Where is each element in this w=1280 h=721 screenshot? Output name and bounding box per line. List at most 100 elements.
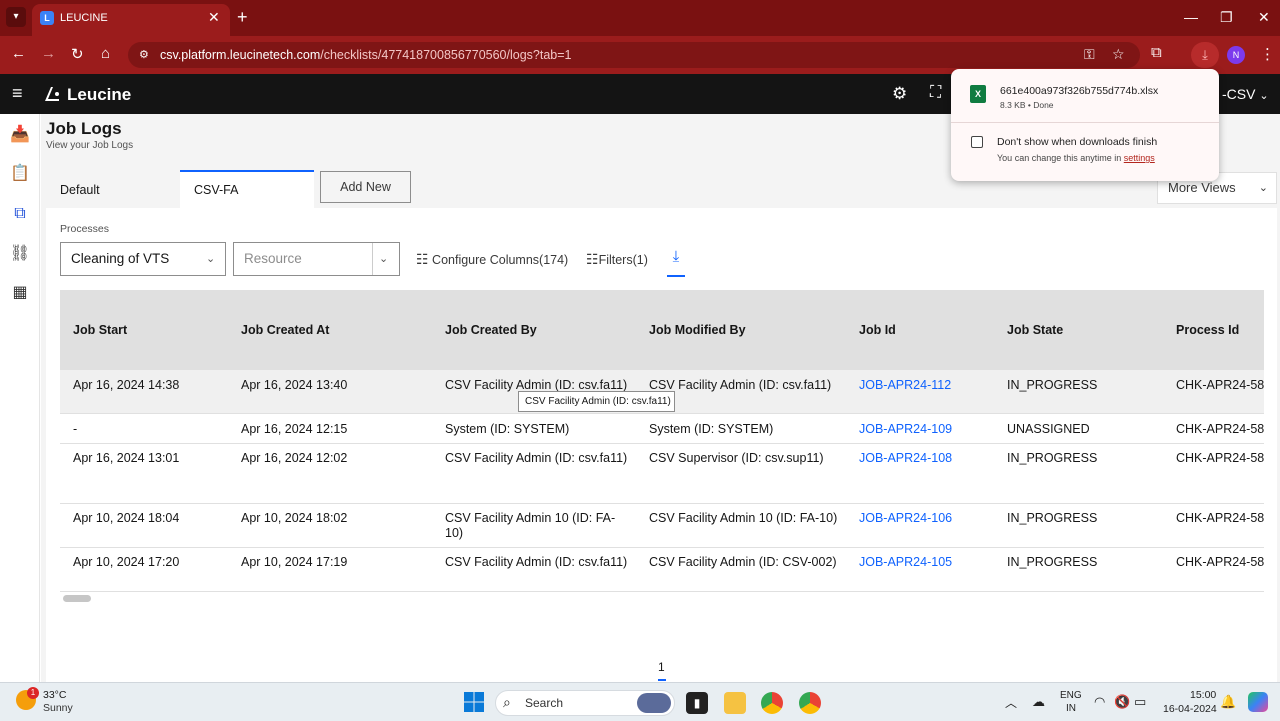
search-icon: ⌕ — [503, 694, 511, 710]
notification-bell-icon[interactable]: 🔔 — [1220, 694, 1236, 710]
settings-link[interactable]: settings — [1124, 153, 1155, 163]
column-header[interactable]: Job Start — [73, 323, 127, 337]
leucine-favicon-icon: L — [40, 11, 54, 25]
column-header[interactable]: Job Created By — [445, 323, 537, 337]
url-text[interactable]: csv.platform.leucinetech.com/checklists/… — [160, 48, 572, 62]
resource-placeholder: Resource — [244, 251, 302, 266]
weather-temperature[interactable]: 33°C — [43, 689, 66, 701]
sidebar — [0, 114, 40, 682]
pagination-page[interactable]: 1 — [658, 660, 665, 674]
facility-selector[interactable]: -CSV ⌄ — [1222, 86, 1269, 102]
scan-icon[interactable]: ⛶ — [930, 84, 941, 102]
job-id-link[interactable]: JOB-APR24-105 — [859, 555, 952, 570]
battery-icon[interactable]: ▭ — [1134, 694, 1146, 710]
table-cell: Apr 16, 2024 13:01 — [73, 451, 180, 465]
process-select[interactable]: Cleaning of VTS ⌄ — [60, 242, 226, 276]
dont-show-checkbox[interactable] — [971, 136, 983, 148]
horizontal-scrollbar[interactable] — [63, 595, 91, 602]
back-icon[interactable]: ← — [11, 45, 26, 62]
configure-columns-button[interactable]: ☷ Configure Columns(174) — [416, 251, 568, 268]
job-id-link[interactable]: JOB-APR24-109 — [859, 422, 952, 437]
settings-gear-icon[interactable]: ⚙ — [892, 84, 907, 104]
close-window-icon[interactable]: ✕ — [1258, 9, 1270, 26]
search-highlight-image — [637, 693, 671, 713]
minimize-icon[interactable]: — — [1184, 9, 1198, 25]
table-cell: Apr 10, 2024 17:19 — [241, 555, 348, 569]
download-icon[interactable]: ⤓ — [667, 248, 685, 277]
language-line2[interactable]: IN — [1066, 703, 1076, 714]
column-header[interactable]: Job State — [1007, 323, 1063, 337]
forward-icon[interactable]: → — [41, 45, 56, 62]
chevron-down-icon: ⌄ — [372, 243, 388, 275]
tab-search-icon[interactable]: ▾ — [6, 7, 26, 27]
file-explorer-icon[interactable] — [724, 692, 746, 714]
network-icon[interactable]: ☁ — [1032, 694, 1045, 710]
column-header[interactable]: Job Id — [859, 323, 896, 337]
filters-label: Filters(1) — [598, 253, 648, 267]
filter-sliders-icon: ☷ — [586, 251, 599, 267]
downloads-icon[interactable]: ⤓ — [1191, 42, 1219, 68]
weather-condition[interactable]: Sunny — [43, 702, 73, 714]
table-cell: CSV Facility Admin 10 (ID: FA-10) — [445, 511, 616, 540]
ontology-icon[interactable]: ⛓ — [9, 243, 31, 265]
table-cell: - — [73, 422, 78, 436]
table-cell: CHK-APR24-58 — [1176, 511, 1265, 525]
excel-file-icon: X — [970, 85, 986, 103]
copilot-icon[interactable] — [1248, 692, 1268, 712]
home-icon[interactable]: ⌂ — [101, 45, 110, 62]
job-id-link[interactable]: JOB-APR24-106 — [859, 511, 952, 526]
add-new-view-button[interactable]: Add New — [320, 171, 411, 203]
site-info-icon[interactable]: ⚙ — [139, 48, 149, 61]
url-path: /checklists/477418700856770560/logs?tab=… — [320, 48, 572, 62]
table-cell: CHK-APR24-58 — [1176, 378, 1265, 392]
chrome-profile-icon[interactable] — [799, 692, 821, 714]
table-cell: Apr 10, 2024 17:20 — [73, 555, 180, 569]
chevron-down-icon: ⌄ — [1259, 90, 1269, 102]
close-tab-icon[interactable]: ✕ — [208, 9, 220, 26]
clock-time[interactable]: 15:00 — [1190, 689, 1216, 701]
processes-icon[interactable]: ⧉ — [9, 203, 31, 225]
dont-show-label[interactable]: Don't show when downloads finish — [997, 136, 1157, 148]
job-id-link[interactable]: JOB-APR24-112 — [859, 378, 951, 393]
download-file-name[interactable]: 661e400a973f326b755d774b.xlsx — [1000, 85, 1158, 97]
inbox-icon[interactable]: 📥 — [9, 124, 31, 146]
cell-tooltip: CSV Facility Admin (ID: csv.fa11) — [518, 391, 675, 412]
chrome-icon[interactable] — [761, 692, 783, 714]
password-key-icon[interactable]: ⚿ — [1084, 46, 1095, 63]
task-view-icon[interactable]: ▮ — [686, 692, 708, 714]
column-header[interactable]: Job Created At — [241, 323, 329, 337]
volume-muted-icon[interactable]: 🔇 — [1114, 694, 1130, 710]
language-line1[interactable]: ENG — [1060, 690, 1082, 701]
process-select-value: Cleaning of VTS — [71, 251, 170, 266]
job-id-link[interactable]: JOB-APR24-108 — [859, 451, 952, 466]
filters-button[interactable]: ☷Filters(1) — [586, 251, 648, 268]
restore-icon[interactable]: ❐ — [1220, 9, 1233, 26]
column-header[interactable]: Job Modified By — [649, 323, 746, 337]
extensions-icon[interactable]: ⧉ — [1151, 44, 1162, 61]
weather-badge: 1 — [27, 687, 39, 699]
tab-title: LEUCINE — [60, 12, 108, 24]
page-subtitle: View your Job Logs — [46, 140, 134, 151]
clock-date[interactable]: 16-04-2024 — [1163, 703, 1217, 715]
reload-icon[interactable]: ↻ — [71, 45, 84, 63]
column-header[interactable]: Process Id — [1176, 323, 1239, 337]
table-cell: CSV Facility Admin (ID: csv.fa11) — [445, 555, 628, 569]
tab-default[interactable]: Default — [46, 170, 180, 210]
table-cell: CSV Facility Admin (ID: csv.fa11) — [649, 378, 832, 392]
wifi-icon[interactable]: ◠ — [1094, 694, 1105, 710]
browser-menu-icon[interactable]: ⋮ — [1260, 45, 1275, 63]
checklist-icon[interactable]: 📋 — [9, 163, 31, 185]
tray-overflow-chevron-icon[interactable]: ︿ — [1005, 694, 1017, 711]
bookmark-star-icon[interactable]: ☆ — [1112, 46, 1125, 63]
tab-csv-fa[interactable]: CSV-FA — [180, 170, 314, 210]
windows-start-icon[interactable] — [464, 692, 484, 712]
chevron-down-icon: ⌄ — [1258, 182, 1268, 194]
brand-name: Leucine — [67, 85, 132, 104]
resource-select[interactable]: Resource ⌄ — [233, 242, 400, 276]
calculator-icon[interactable]: ▦ — [9, 282, 31, 304]
hamburger-menu-icon[interactable]: ≡ — [12, 83, 23, 104]
pagination-active-indicator — [658, 679, 666, 681]
chevron-down-icon: ⌄ — [206, 253, 216, 265]
new-tab-button[interactable]: + — [237, 7, 248, 28]
profile-avatar[interactable]: N — [1227, 46, 1245, 64]
